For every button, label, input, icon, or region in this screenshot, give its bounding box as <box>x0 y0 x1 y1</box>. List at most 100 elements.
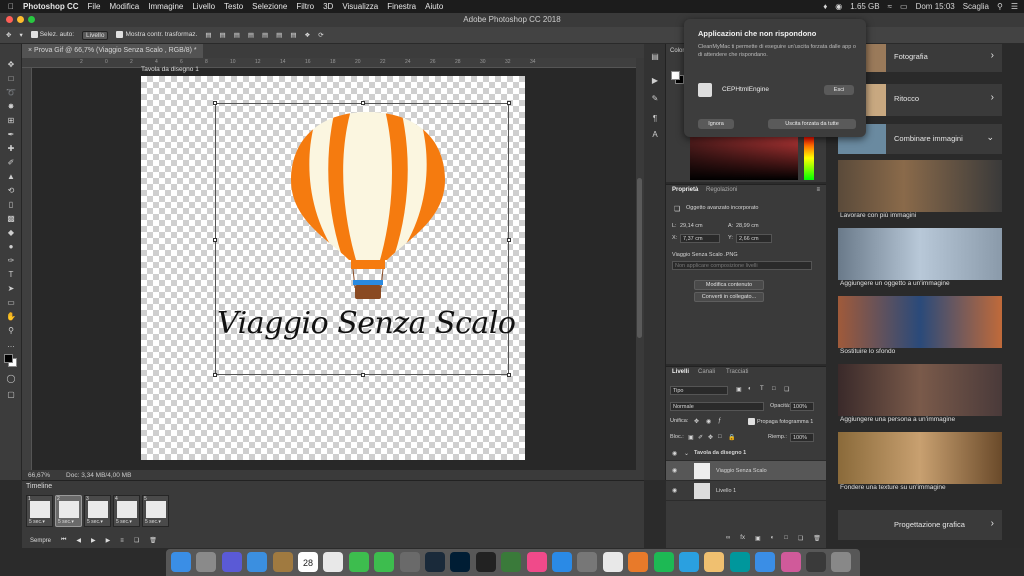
zoom-level[interactable]: 66,67% <box>28 472 50 479</box>
delete-layer-icon[interactable]: 🗑 <box>813 535 821 542</box>
cleanmymac-icon[interactable]: ◉ <box>835 2 842 11</box>
finder-dock-icon[interactable] <box>171 552 191 572</box>
hue-slider[interactable] <box>804 136 814 180</box>
visibility-eye-icon[interactable]: ◉ <box>672 487 677 494</box>
align-left-icon[interactable]: ▤ <box>248 31 254 39</box>
lock-artboard-icon[interactable]: □ <box>718 434 722 440</box>
brush-tool-icon[interactable]: ✐ <box>5 158 17 168</box>
expand-chevron-icon[interactable]: ⌄ <box>684 450 689 457</box>
dodge-tool-icon[interactable]: ● <box>5 242 17 252</box>
new-group-icon[interactable]: □ <box>784 535 788 542</box>
next-frame-icon[interactable]: ▶ <box>106 537 111 544</box>
timeline-frame[interactable]: 55 sec.▾ <box>142 495 169 527</box>
document-tab[interactable]: × Prova Gif @ 66,7% (Viaggio Senza Scalo… <box>22 44 203 58</box>
layer-comp-dropdown[interactable]: Non applicare composizione livelli <box>672 261 812 270</box>
align-top-icon[interactable]: ▤ <box>205 31 211 39</box>
character-panel-icon[interactable]: A <box>649 130 661 140</box>
quick-mask-icon[interactable]: ◯ <box>5 374 17 384</box>
crop-tool-icon[interactable]: ⊞ <box>5 116 17 126</box>
checkbox-box[interactable] <box>748 418 755 425</box>
messages-dock-icon[interactable] <box>348 552 369 572</box>
adjustment-layer-icon[interactable]: ◐ <box>771 535 775 542</box>
transform-handle[interactable] <box>213 101 217 105</box>
more-tools-icon[interactable]: … <box>5 340 17 350</box>
checkbox-box[interactable] <box>116 31 124 39</box>
actions-panel-icon[interactable]: ▶ <box>649 76 661 86</box>
align-right-icon[interactable]: ▤ <box>276 31 282 39</box>
filter-adjust-icon[interactable]: ◐ <box>748 386 752 392</box>
timeline-frame[interactable]: 35 sec.▾ <box>84 495 111 527</box>
minimize-window-button[interactable] <box>17 16 24 23</box>
x-position-field[interactable]: 7,37 cm <box>680 234 720 243</box>
opacity-field[interactable]: 100% <box>790 402 814 411</box>
layer-row-pixel[interactable]: ◉ Livello 1 <box>666 481 826 501</box>
frame-delay[interactable]: 5 sec.▾ <box>29 519 45 525</box>
brush-panel-icon[interactable]: ✎ <box>649 94 661 104</box>
menu-select[interactable]: Selezione <box>252 2 287 11</box>
pen-tool-icon[interactable]: ✑ <box>5 256 17 266</box>
menu-type[interactable]: Testo <box>224 2 243 11</box>
safari-dock-icon[interactable] <box>755 552 776 572</box>
finalcut-dock-icon[interactable] <box>475 552 496 572</box>
timeline-frame[interactable]: 45 sec.▾ <box>113 495 140 527</box>
force-quit-all-button[interactable]: Uscita forzata da tutte <box>768 119 856 129</box>
zoom-window-button[interactable] <box>28 16 35 23</box>
fontbook-dock-icon[interactable] <box>704 552 725 572</box>
screen-mode-icon[interactable]: ▢ <box>5 390 17 400</box>
transform-handle[interactable] <box>213 373 217 377</box>
transform-handle[interactable] <box>507 238 511 242</box>
fill-field[interactable]: 100% <box>790 433 814 442</box>
transform-handle[interactable] <box>213 238 217 242</box>
transform-handle[interactable] <box>507 101 511 105</box>
calendar-dock-icon[interactable]: 28 <box>298 552 318 572</box>
quick-select-tool-icon[interactable]: ✸ <box>5 102 17 112</box>
stamp-tool-icon[interactable]: ▲ <box>5 172 17 182</box>
layer-fx-icon[interactable]: fx <box>740 535 745 542</box>
learn-card[interactable]: Aggiungere un oggetto a un'immagine <box>838 228 1002 292</box>
align-middle-icon[interactable]: ▤ <box>220 31 226 39</box>
frame-delay[interactable]: 5 sec.▾ <box>58 519 74 525</box>
learn-row-graphic-design[interactable]: Progettazione grafica › <box>838 510 1002 540</box>
menu-layer[interactable]: Livello <box>192 2 215 11</box>
quit-button[interactable]: Esci <box>824 85 854 95</box>
menu-list-icon[interactable]: ☰ <box>1011 2 1018 11</box>
telegram-dock-icon[interactable] <box>679 552 699 572</box>
tab-properties[interactable]: Proprietà <box>672 187 698 193</box>
convert-to-linked-button[interactable]: Converti in collegato... <box>694 292 764 302</box>
lock-all-icon[interactable]: 🔒 <box>728 434 735 441</box>
timeline-frame[interactable]: 25 sec.▾ <box>55 495 82 527</box>
3d-mode-icon[interactable]: ❖ <box>304 31 310 39</box>
trash-icon[interactable]: 🗑 <box>149 537 157 544</box>
panel-menu-icon[interactable]: ≡ <box>816 187 820 193</box>
mail-dock-icon[interactable] <box>247 552 268 572</box>
hand-tool-icon[interactable]: ✋ <box>5 312 17 322</box>
memory-readout[interactable]: 1.65 GB <box>850 2 879 11</box>
user-name[interactable]: Scaglia <box>963 2 989 11</box>
clock[interactable]: Dom 15:03 <box>916 2 955 11</box>
healing-tool-icon[interactable]: ✚ <box>5 144 17 154</box>
gradient-tool-icon[interactable]: ▩ <box>5 214 17 224</box>
filter-shape-icon[interactable]: □ <box>772 386 776 392</box>
menu-3d[interactable]: 3D <box>323 2 333 11</box>
battery-icon[interactable]: ▭ <box>900 2 908 11</box>
filter-smart-icon[interactable]: ❏ <box>784 386 789 393</box>
learn-card[interactable]: Sostituire lo sfondo <box>838 296 1002 360</box>
history-brush-tool-icon[interactable]: ⟲ <box>5 186 17 196</box>
history-panel-icon[interactable]: ▤ <box>649 52 661 62</box>
unify-position-icon[interactable]: ✥ <box>694 418 699 425</box>
menu-filter[interactable]: Filtro <box>296 2 314 11</box>
width-value[interactable]: 29,14 cm <box>680 223 703 229</box>
menu-view[interactable]: Visualizza <box>342 2 378 11</box>
color-spectrum[interactable] <box>690 136 798 180</box>
foreground-color-chip[interactable] <box>671 71 680 80</box>
lasso-tool-icon[interactable]: ➰ <box>5 88 17 98</box>
frame-delay[interactable]: 5 sec.▾ <box>116 519 132 525</box>
firefox-dock-icon[interactable] <box>628 552 649 572</box>
add-mask-icon[interactable]: ▣ <box>755 535 761 542</box>
menu-help[interactable]: Aiuto <box>425 2 443 11</box>
eraser-tool-icon[interactable]: ▯ <box>5 200 17 210</box>
tab-paths[interactable]: Tracciati <box>726 369 748 375</box>
frame-delay[interactable]: 5 sec.▾ <box>87 519 103 525</box>
unify-visibility-icon[interactable]: ◉ <box>706 418 711 425</box>
y-position-field[interactable]: 2,66 cm <box>736 234 772 243</box>
